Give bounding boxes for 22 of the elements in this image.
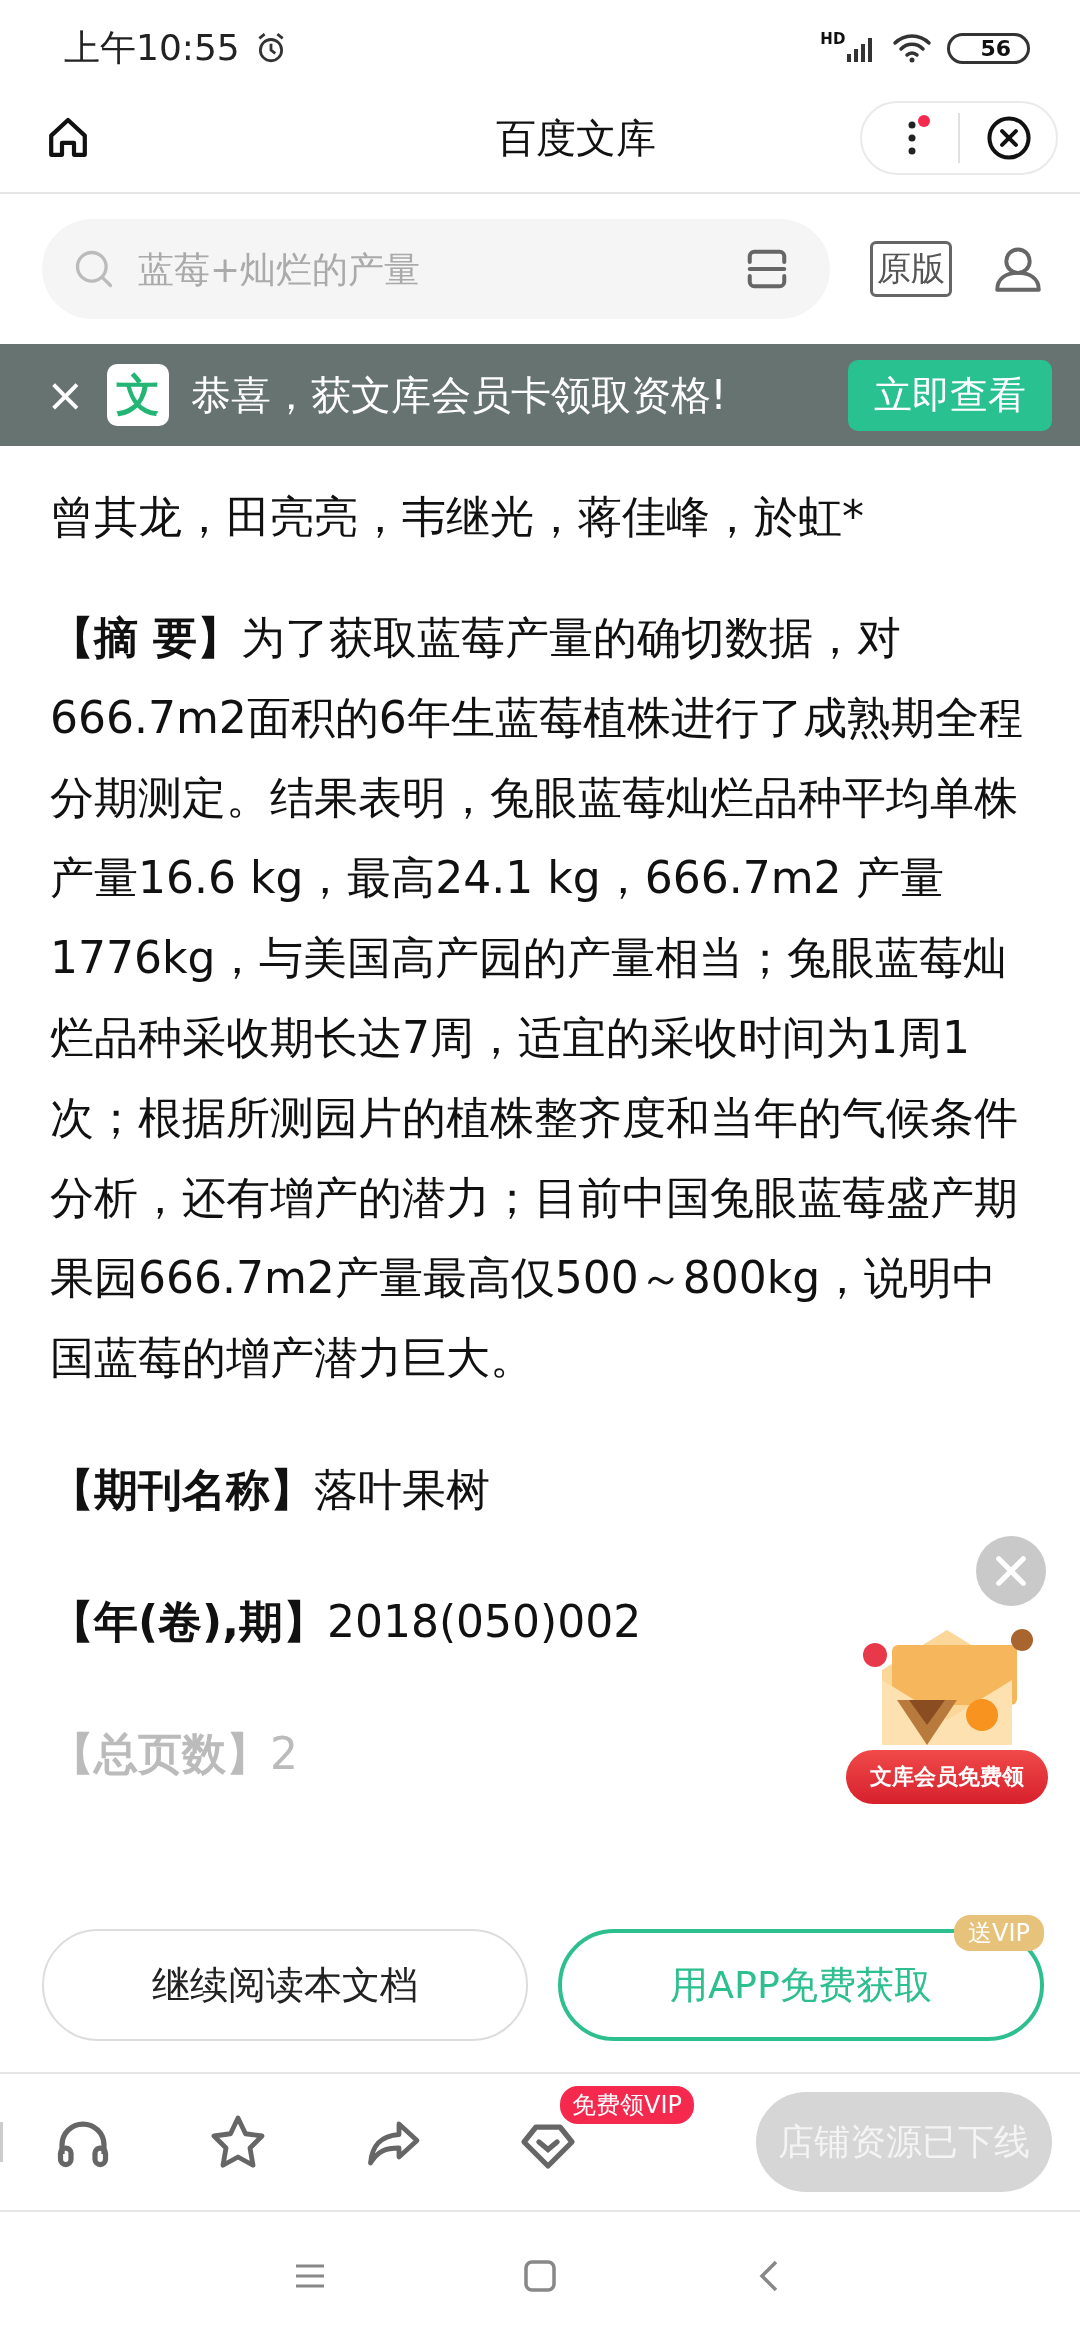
page-title: 百度文库 <box>495 113 657 163</box>
author-list: 曾其龙，田亮亮，韦继光，蒋佳峰，於虹* <box>50 482 1030 552</box>
search-field[interactable]: 蓝莓+灿烂的产量 <box>42 219 830 319</box>
vip-badge: 送VIP <box>954 1915 1044 1951</box>
vip-button[interactable]: 文库会员免费领 <box>846 1750 1048 1804</box>
close-icon[interactable] <box>986 115 1032 161</box>
banner-message: 恭喜，获文库会员卡领取资格! <box>190 370 728 420</box>
battery-indicator: 56 <box>947 32 1030 64</box>
vip-badge: 免费领VIP <box>560 2086 694 2124</box>
network-label: HD <box>820 30 846 48</box>
action-button[interactable]: 继续阅读本文档 <box>42 1929 528 2041</box>
search-input[interactable]: 蓝莓+灿烂的产量 <box>136 247 724 291</box>
close-icon[interactable]: × <box>46 368 85 422</box>
document-field: 【期刊名称】落叶果树 <box>50 1450 490 1530</box>
original-button[interactable]: 原版 <box>870 241 952 297</box>
wifi-icon <box>891 33 934 63</box>
document-field: 【总页数】2 <box>50 1714 298 1794</box>
document-field: 【摘 要】为了获取蓝莓产量的确切数据，对666.7m2面积的6年生蓝莓植株进行了成熟期全程分期测定。结果表明，兔眼蓝莓灿烂品种平均单株产量16.6 kg，最高24.1 kg，666.7m2 产量1776kg，与美国高产园的产量相当；兔眼蓝莓灿烂品种采收期长达7周，适宜的采收时间为1周1次；根据所测园片的植株整齐度和当年的气候条件分析，还有增产的潜力；目前中国兔眼蓝莓盛产期果园666.7m2产量最高仅500～800kg，说明中国蓝莓的增产潜力巨大。 <box>50 598 1030 1398</box>
app-logo: 文 <box>106 364 169 426</box>
status-time: 上午10:55 <box>64 25 240 70</box>
view-button[interactable]: 立即查看 <box>848 359 1052 431</box>
document-field: 【年(卷),期】2018(050)002 <box>50 1582 642 1662</box>
